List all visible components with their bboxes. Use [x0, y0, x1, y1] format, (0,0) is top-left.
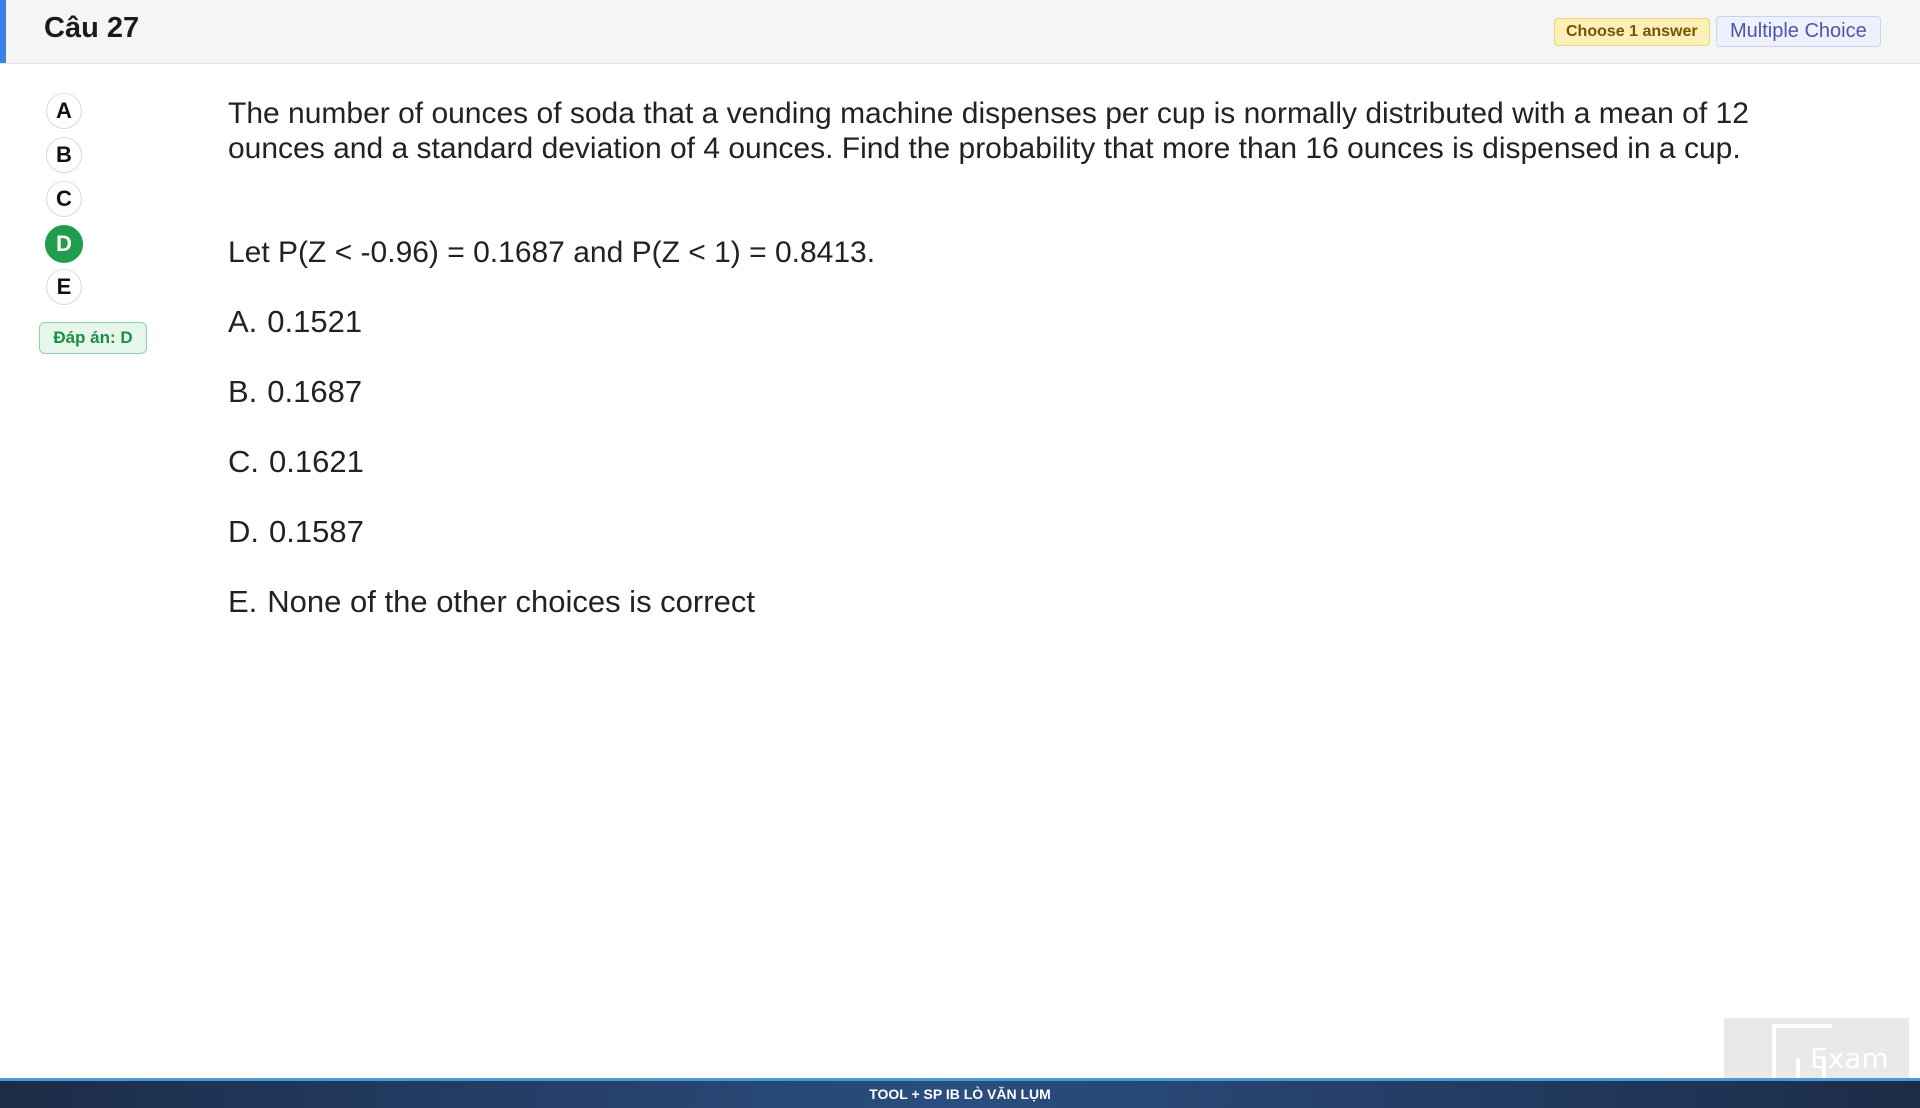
- choice-e: E. None of the other choices is correct: [228, 584, 755, 620]
- choice-text: 0.1521: [267, 304, 363, 339]
- option-a-button[interactable]: A: [46, 93, 82, 129]
- choice-text: 0.1587: [269, 514, 364, 549]
- choice-c: C. 0.1621: [228, 444, 364, 480]
- choose-answer-badge: Choose 1 answer: [1554, 18, 1710, 46]
- option-c-button[interactable]: C: [46, 181, 82, 217]
- choice-d: D. 0.1587: [228, 514, 364, 550]
- choice-text: None of the other choices is correct: [267, 584, 755, 619]
- question-header: Câu 27 Choose 1 answer Multiple Choice: [0, 0, 1920, 64]
- choice-letter: D.: [228, 514, 259, 549]
- choice-letter: A.: [228, 304, 258, 339]
- question-hint: Let P(Z < -0.96) = 0.1687 and P(Z < 1) =…: [228, 236, 876, 269]
- question-text: The number of ounces of soda that a vend…: [228, 97, 1749, 165]
- option-e-button[interactable]: E: [46, 269, 82, 305]
- option-b-button[interactable]: B: [46, 137, 82, 173]
- choice-letter: B.: [228, 374, 258, 409]
- logo-text: Exam: [1810, 1042, 1889, 1075]
- correct-answer-badge: Đáp án: D: [39, 322, 147, 354]
- choice-a: A. 0.1521: [228, 304, 362, 340]
- header-accent-bar: [0, 0, 6, 63]
- footer-bar: TOOL + SP IB LÒ VĂN LỤM: [0, 1078, 1920, 1108]
- choice-text: 0.1687: [267, 374, 363, 409]
- choice-b: B. 0.1687: [228, 374, 362, 410]
- choice-letter: C.: [228, 444, 259, 479]
- question-type-badge: Multiple Choice: [1716, 16, 1881, 47]
- choice-text: 0.1621: [269, 444, 364, 479]
- option-d-button[interactable]: D: [45, 225, 83, 263]
- choice-letter: E.: [228, 584, 258, 619]
- question-title: Câu 27: [44, 12, 140, 44]
